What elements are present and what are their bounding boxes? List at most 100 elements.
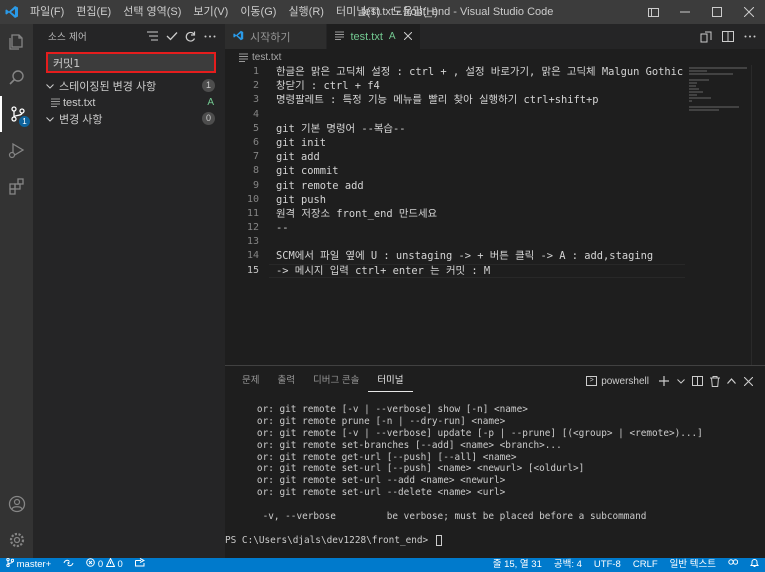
tab-output[interactable]: 출력 <box>268 366 303 396</box>
search-icon[interactable] <box>0 60 33 96</box>
refresh-icon[interactable] <box>181 26 200 46</box>
close-tab-icon[interactable] <box>403 31 412 43</box>
menu-go[interactable]: 이동(G) <box>234 0 282 24</box>
chevron-down-icon[interactable] <box>672 371 689 391</box>
run-debug-icon[interactable] <box>0 132 33 168</box>
tab-terminal[interactable]: 터미널 <box>368 370 413 392</box>
commit-message-box <box>46 52 216 73</box>
staged-changes-group[interactable]: 스테이징된 변경 사항 1 <box>33 77 225 94</box>
sync-icon[interactable] <box>57 558 80 572</box>
warning-count: 0 <box>117 559 123 570</box>
tab-debug-console[interactable]: 디버그 콘솔 <box>304 366 368 396</box>
code-lines[interactable]: 한글은 맑은 고딕체 설정 : ctrl + , 설정 바로가기, 맑은 고딕체… <box>276 65 685 278</box>
menu-edit[interactable]: 편집(E) <box>70 0 117 24</box>
tab-test-txt[interactable]: test.txt A <box>327 24 421 49</box>
line-number: 2 <box>252 80 259 92</box>
trash-icon[interactable] <box>706 371 723 391</box>
code-line[interactable]: git push <box>276 193 685 207</box>
eol-status[interactable]: CRLF <box>627 558 664 572</box>
staged-file-item[interactable]: test.txt A <box>33 94 225 111</box>
code-line[interactable]: 원격 저장소 front_end 만드세요 <box>276 207 685 221</box>
breadcrumb[interactable]: test.txt <box>225 49 765 65</box>
layout-icon[interactable] <box>637 0 669 24</box>
editor-scrollbar[interactable] <box>751 65 765 365</box>
line-number: 1 <box>252 66 259 77</box>
menu-run[interactable]: 실행(R) <box>282 0 330 24</box>
activity-bar: 1 <box>0 24 33 558</box>
source-control-icon[interactable]: 1 <box>0 96 33 132</box>
staged-count-badge: 1 <box>202 79 215 92</box>
warning-icon <box>105 557 118 570</box>
code-line[interactable]: 한글은 맑은 고딕체 설정 : ctrl + , 설정 바로가기, 맑은 고딕체… <box>276 65 685 79</box>
code-line[interactable]: 명령팔레트 : 특정 기능 메뉴를 빨리 찾아 실행하기 ctrl+shift+… <box>276 93 685 107</box>
line-number: 13 <box>246 236 259 248</box>
minimap[interactable] <box>689 67 747 127</box>
live-share-icon[interactable] <box>129 558 151 572</box>
error-icon <box>86 558 98 570</box>
open-changes-icon[interactable] <box>695 26 717 48</box>
line-number: 12 <box>246 222 259 234</box>
code-line[interactable]: git commit <box>276 164 685 178</box>
code-line[interactable]: SCM에서 파일 옆에 U : unstaging -> + 버튼 클릭 -> … <box>276 249 685 263</box>
branch-name: master+ <box>16 559 52 570</box>
tab-welcome[interactable]: 시작하기 <box>225 24 328 49</box>
file-lines-icon <box>51 98 60 107</box>
commit-check-icon[interactable] <box>162 26 181 46</box>
code-line[interactable]: git add <box>276 150 685 164</box>
maximize-panel-icon[interactable] <box>723 371 740 391</box>
menu-bar: 파일(F) 편집(E) 선택 영역(S) 보기(V) 이동(G) 실행(R) 터… <box>24 0 444 24</box>
error-count: 0 <box>97 559 104 570</box>
branch-status[interactable]: master+ <box>0 557 57 572</box>
menu-view[interactable]: 보기(V) <box>187 0 234 24</box>
terminal-line: or: git remote set-url --add <name> <new… <box>240 475 506 487</box>
cursor-position[interactable]: 줄 15, 열 31 <box>487 558 548 572</box>
commit-message-input[interactable] <box>48 54 214 71</box>
maximize-button[interactable] <box>701 0 733 24</box>
menu-help[interactable]: 도움말(H) <box>386 0 444 24</box>
terminal-prompt-line[interactable]: PS C:\Users\djals\dev1228\front_end> <box>225 534 755 547</box>
view-as-tree-icon[interactable] <box>143 26 162 46</box>
code-line[interactable]: 창닫기 : ctrl + f4 <box>276 79 685 93</box>
close-panel-icon[interactable] <box>740 371 757 391</box>
tab-problems[interactable]: 문제 <box>233 366 268 396</box>
extensions-icon[interactable] <box>0 168 33 204</box>
menu-file[interactable]: 파일(F) <box>24 0 70 24</box>
settings-gear-icon[interactable] <box>0 522 33 558</box>
code-line[interactable] <box>276 235 685 249</box>
code-line[interactable] <box>276 108 685 122</box>
split-terminal-icon[interactable] <box>689 371 706 391</box>
menu-selection[interactable]: 선택 영역(S) <box>117 0 187 24</box>
code-line[interactable]: git init <box>276 136 685 150</box>
terminal-output[interactable]: or: git remote [-v | --verbose] show [-n… <box>225 404 755 547</box>
encoding-status[interactable]: UTF-8 <box>588 558 627 572</box>
line-number: 4 <box>252 108 259 120</box>
minimize-button[interactable] <box>669 0 701 24</box>
code-line[interactable]: -> 메시지 입력 ctrl+ enter 는 커밋 : M <box>276 264 685 278</box>
code-line[interactable]: git 기본 명령어 --복습-- <box>276 122 685 136</box>
new-terminal-icon[interactable] <box>655 371 672 391</box>
split-editor-icon[interactable] <box>717 26 739 48</box>
breadcrumb-file[interactable]: test.txt <box>252 52 281 63</box>
editor-tabs: 시작하기 test.txt A <box>225 24 765 49</box>
code-editor[interactable]: 1 2 3 4 5 6 7 8 9 10 11 12 13 14 15 한글은 … <box>225 65 765 365</box>
problems-status[interactable]: 0 0 <box>80 557 129 572</box>
code-line[interactable]: git remote add <box>276 179 685 193</box>
code-line[interactable]: -- <box>276 221 685 235</box>
accounts-icon[interactable] <box>0 486 33 522</box>
indentation-status[interactable]: 공백: 4 <box>548 558 588 572</box>
terminal-prompt: PS C:\Users\djals\dev1228\front_end> <box>225 534 434 546</box>
terminal-icon: > <box>586 376 598 386</box>
terminal-line: or: git remote set-branches [--add] <nam… <box>240 439 562 451</box>
language-mode[interactable]: 일반 텍스트 <box>664 558 722 572</box>
menu-terminal[interactable]: 터미널(T) <box>330 0 386 24</box>
explorer-icon[interactable] <box>0 24 33 60</box>
close-window-button[interactable] <box>733 0 765 24</box>
more-actions-icon[interactable] <box>200 26 219 46</box>
changes-group[interactable]: 변경 사항 0 <box>33 110 225 127</box>
notifications-bell-icon[interactable] <box>744 558 765 572</box>
feedback-icon[interactable] <box>722 558 744 572</box>
more-actions-icon[interactable] <box>739 26 761 48</box>
terminal-select[interactable]: > powershell <box>586 376 649 387</box>
source-control-sidebar: 소스 제어 스테이징된 변경 사항 1 <box>33 24 225 558</box>
